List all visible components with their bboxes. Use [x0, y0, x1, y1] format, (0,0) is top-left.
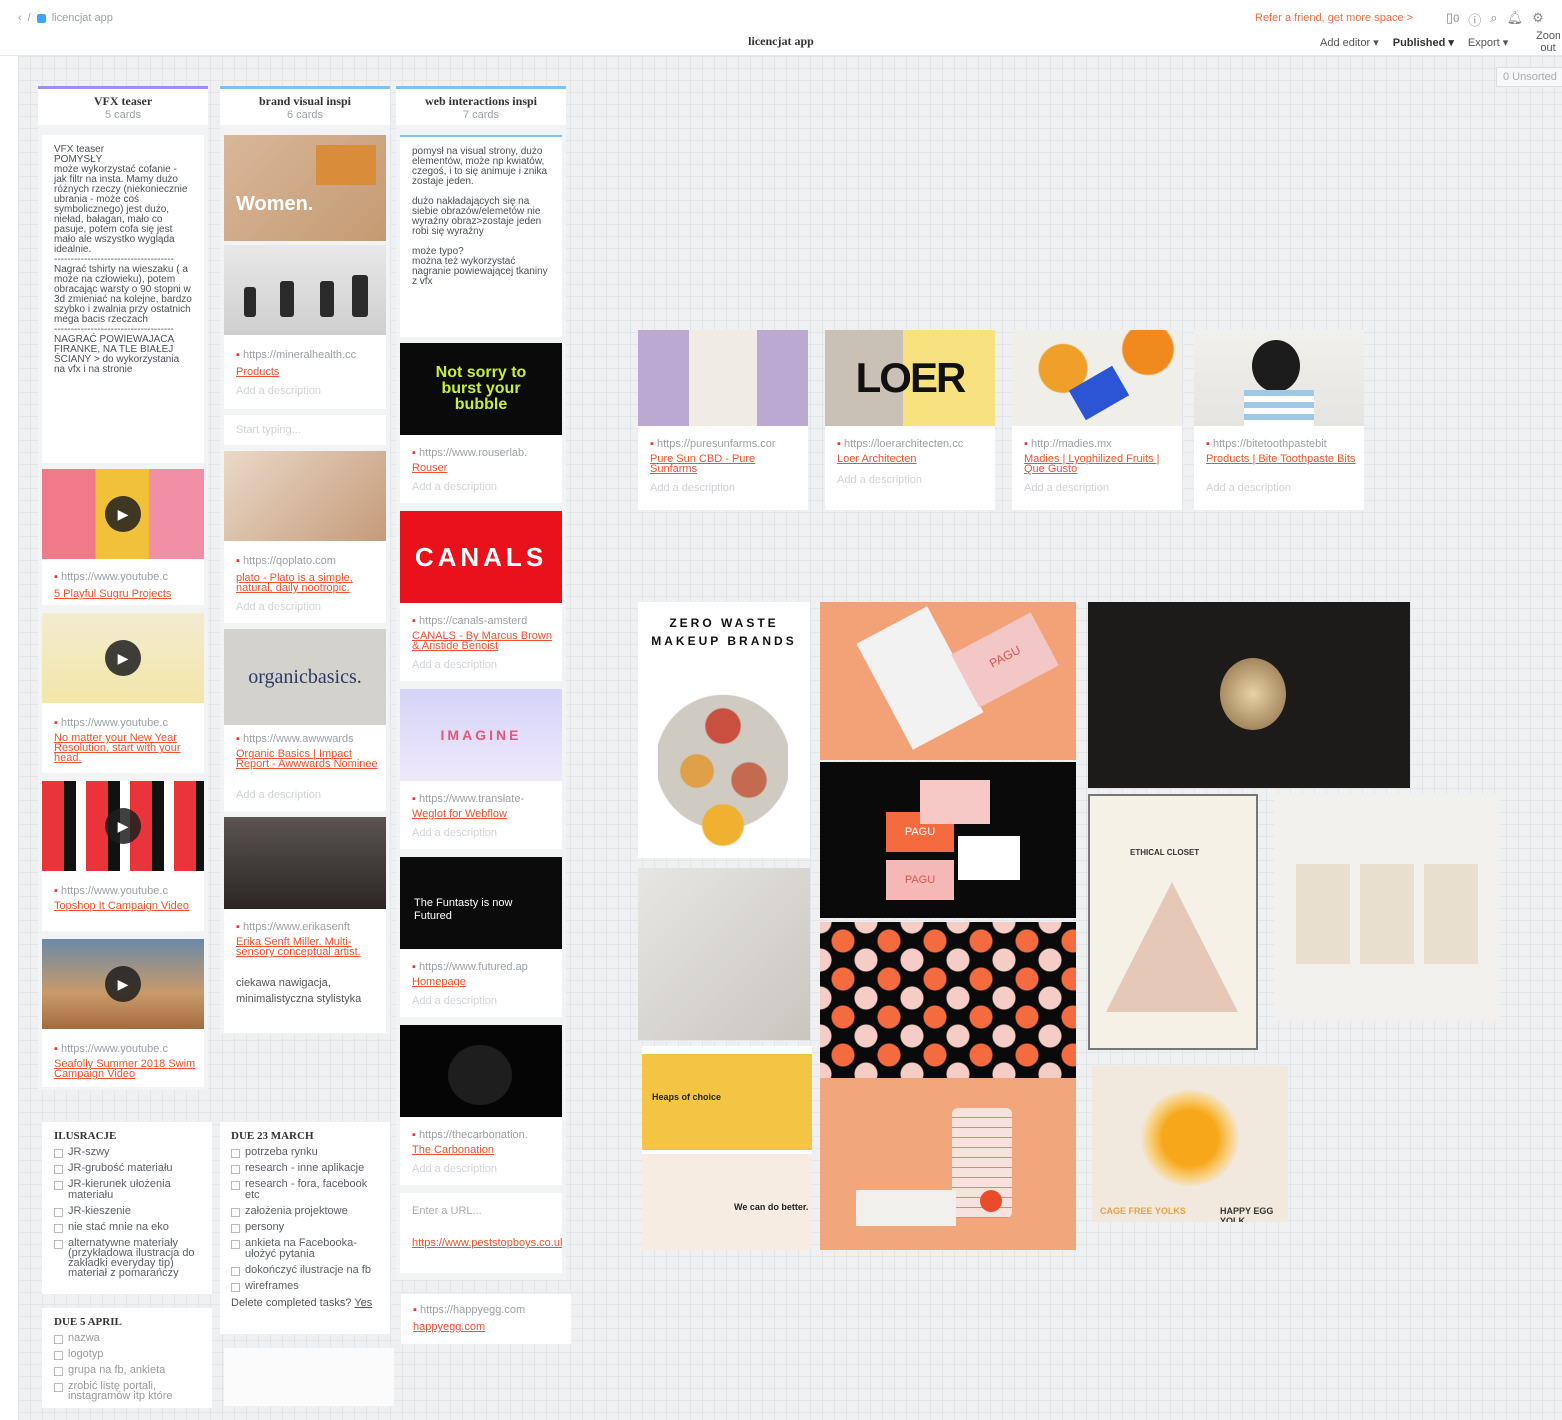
search-icon[interactable]: ⌕	[1490, 10, 1497, 29]
link-thumbnail: organicbasics.	[224, 629, 386, 725]
add-editor-button[interactable]: Add editor ▾	[1320, 36, 1379, 49]
breadcrumb[interactable]: ‹ / licencjat app	[18, 12, 113, 24]
help-icon[interactable]: ⓘ	[1468, 10, 1481, 29]
link-card[interactable]: The Funtasty is now Futured https://www.…	[400, 857, 562, 1017]
link-thumbnail: Not sorry to burst your bubble	[400, 343, 562, 435]
column-count: 7 cards	[462, 109, 500, 121]
sitemap-image[interactable]	[224, 1348, 394, 1406]
task-item[interactable]: JR-kieszenie	[54, 1206, 200, 1217]
bookmark-card[interactable]: http://madies.mx Madies | Lyophilized Fr…	[1012, 330, 1182, 510]
column-brand-visual: brand visual inspi6 cards Women. https:/…	[220, 86, 390, 1034]
gear-icon[interactable]: ⚙	[1532, 10, 1544, 29]
link-thumbnail	[224, 817, 386, 909]
play-icon[interactable]: ▶	[105, 496, 141, 532]
dried-flowers-image[interactable]	[638, 868, 810, 1040]
task-item[interactable]: zrobić listę portali, instagramów itp kt…	[54, 1381, 200, 1402]
task-item[interactable]: grupa na fb, ankieta	[54, 1365, 200, 1376]
link-card[interactable]: CANALS https://canals-amsterd CANALS - B…	[400, 511, 562, 681]
published-button[interactable]: Published ▾	[1393, 36, 1454, 49]
link-card[interactable]: organicbasics. https://www.awwwards Orga…	[224, 629, 386, 811]
refer-link[interactable]: Refer a friend, get more space >	[1255, 12, 1413, 24]
column-count: 6 cards	[286, 109, 324, 121]
link-thumbnail	[224, 451, 386, 541]
cards-icon[interactable]: ▯0	[1446, 10, 1459, 29]
play-icon[interactable]: ▶	[105, 640, 141, 676]
task-item[interactable]: research - inne aplikacje	[231, 1163, 379, 1174]
play-icon[interactable]: ▶	[105, 808, 141, 844]
video-thumbnail: ▶	[42, 469, 204, 559]
zoom-out-button[interactable]: Zoom out	[1536, 30, 1560, 54]
link-card[interactable]: https://mineralhealth.cc Products Add a …	[224, 245, 386, 409]
delete-yes-link[interactable]: Yes	[354, 1297, 372, 1309]
bell-icon[interactable]: 🔔︎	[1507, 10, 1524, 29]
website-mockup-image[interactable]: Heaps of choice We can do better.	[642, 1046, 812, 1250]
task-item[interactable]: JR-kierunek ułożenia materiału	[54, 1179, 200, 1201]
task-item[interactable]: logotyp	[54, 1349, 200, 1360]
happy-egg-image[interactable]: CAGE FREE YOLKS HAPPY EGG YOLK	[1092, 1066, 1288, 1222]
back-chevron-icon[interactable]: ‹	[18, 12, 22, 24]
top-bar: ‹ / licencjat app licencjat app Refer a fr…	[0, 0, 1562, 56]
task-item[interactable]: alternatywne materiały (przykładowa ilus…	[54, 1238, 200, 1279]
task-list-due-23-march[interactable]: DUE 23 MARCH potrzeba rynku research - i…	[220, 1122, 390, 1334]
link-thumbnail: IMAGINE	[400, 689, 562, 781]
note-card[interactable]: VFX teaser POMYSŁY może wykorzystać cofa…	[42, 135, 204, 463]
pagu-cards-image[interactable]: PAGU	[820, 602, 1076, 760]
video-thumbnail: ▶	[42, 939, 204, 1029]
task-item[interactable]: dokończyć ilustracje na fb	[231, 1265, 379, 1276]
link-card[interactable]: https://thecarbonation. The Carbonation …	[400, 1025, 562, 1185]
image-card[interactable]: Women.	[224, 135, 386, 241]
unsorted-button[interactable]: 0 Unsorted	[1496, 67, 1562, 87]
task-item[interactable]: potrzeba rynku	[231, 1147, 379, 1158]
export-button[interactable]: Export ▾	[1468, 36, 1508, 49]
tote-bags-image[interactable]	[1274, 794, 1500, 1020]
task-item[interactable]: założenia projektowe	[231, 1206, 379, 1217]
pagu-stationery-image[interactable]: PAGU PAGU	[820, 762, 1076, 918]
zero-waste-image[interactable]: ZERO WASTE MAKEUP BRANDS	[638, 602, 810, 858]
column-web-interactions: web interactions inspi 7 cards pomysł na …	[396, 86, 566, 1280]
link-card[interactable]: https://www.erikasenft Erika Senft Mille…	[224, 817, 386, 1033]
task-list-ilustracje[interactable]: ILUSRACJE JR-szwy JR-grubość materiału J…	[42, 1122, 212, 1294]
play-icon[interactable]: ▶	[105, 966, 141, 1002]
task-item[interactable]: nazwa	[54, 1333, 200, 1344]
link-thumbnail: CANALS	[400, 511, 562, 603]
board-icon	[36, 13, 46, 23]
pagu-packaging-image[interactable]	[820, 1078, 1076, 1250]
column-title[interactable]: VFX teaser	[38, 94, 208, 109]
note-card[interactable]: pomysł na visual strony, dużo elementów,…	[400, 135, 562, 337]
task-item[interactable]: research - fora, facebook etc	[231, 1179, 379, 1201]
task-item[interactable]: JR-szwy	[54, 1147, 200, 1158]
video-thumbnail: ▶	[42, 613, 204, 703]
task-item[interactable]: wireframes	[231, 1281, 379, 1292]
video-thumbnail: ▶	[42, 781, 204, 871]
video-card[interactable]: ▶ https://www.youtube.c Topshop It Campa…	[42, 781, 204, 931]
column-title[interactable]: brand visual inspi	[220, 94, 390, 109]
bookmark-card[interactable]: LOER https://loerarchitecten.cc Loer Arc…	[825, 330, 995, 510]
link-card[interactable]: IMAGINE https://www.translate- Weglot fo…	[400, 689, 562, 849]
link-thumbnail	[400, 1025, 562, 1117]
pagu-badges-image[interactable]	[820, 922, 1076, 1078]
ethical-closet-image[interactable]: ETHICAL CLOSET	[1088, 794, 1258, 1050]
bookmark-card[interactable]: https://puresunfarms.cor Pure Sun CBD - …	[638, 330, 808, 510]
link-card[interactable]: Not sorry to burst your bubble https://w…	[400, 343, 562, 503]
video-card[interactable]: ▶ https://www.youtube.c No matter your N…	[42, 613, 204, 773]
video-card[interactable]: ▶ https://www.youtube.c 5 Playful Sugru …	[42, 469, 204, 605]
link-card-happyegg[interactable]: https://happyegg.com happyegg.com	[401, 1294, 571, 1344]
column-count: 5 cards	[104, 109, 142, 121]
website-dark-image[interactable]	[1088, 602, 1410, 788]
task-item[interactable]: persony	[231, 1222, 379, 1233]
link-thumbnail: The Funtasty is now Futured	[400, 857, 562, 949]
task-item[interactable]: ankieta na Facebooka-ułożyć pytania	[231, 1238, 379, 1260]
column-title[interactable]: web interactions inspi	[396, 94, 566, 109]
task-item[interactable]: JR-grubość materiału	[54, 1163, 200, 1174]
video-card[interactable]: ▶ https://www.youtube.c Seafolly Summer …	[42, 939, 204, 1087]
url-card[interactable]: Enter a URL... https://www.peststopboys.…	[400, 1193, 562, 1273]
column-vfx-teaser: VFX teaser 5 cards VFX teaser POMYSŁY moż…	[38, 86, 208, 1090]
link-thumbnail	[224, 245, 386, 335]
bookmark-card[interactable]: https://bitetoothpastebit Products | Bit…	[1194, 330, 1364, 510]
task-list-due-5-april[interactable]: DUE 5 APRIL nazwa logotyp grupa na fb, a…	[42, 1308, 212, 1408]
new-note-input[interactable]: Start typing...	[224, 415, 386, 445]
task-item[interactable]: nie stać mnie na eko	[54, 1222, 200, 1233]
link-card[interactable]: https://qoplato.com plato - Plato is a s…	[224, 451, 386, 623]
